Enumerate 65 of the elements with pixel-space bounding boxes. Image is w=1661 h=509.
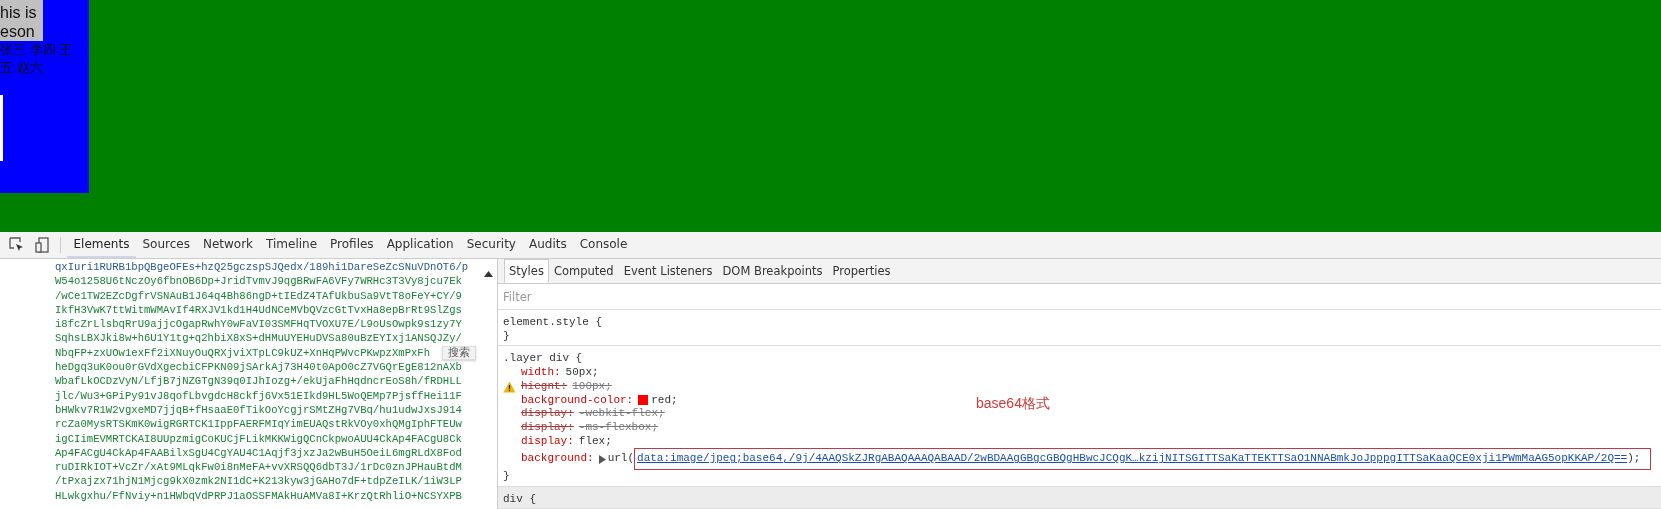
- styles-tab[interactable]: DOM Breakpoints: [717, 259, 828, 283]
- code-line: jlc/Wu3+GPiPy91vJ8qofLbvgdcH8ckfj6Vx51EIkd9HL5WoQEMp7PjsffHei11F: [55, 388, 462, 403]
- code-line: /wCe1TW2EZcDgfrVSNAuB1J64q4Bh86ngD+tIEdZ4TAfUkbuSa9VtT8oFeY+CY/9: [55, 288, 462, 303]
- search-tooltip[interactable]: 搜索: [442, 346, 476, 360]
- code-line: bHWkv7R1W2vgxeMD7jjqB+fHsaaE0fTikOoYcgjrSMtZHg7VBq/hu1udwJxsJ914: [55, 402, 462, 418]
- code-line: ruDIRkIOT+VcZr/xAt9MLqkFw0i8nMeFA+vvXRSQQ6dbT3J/1rDc0znJPHauBtdM: [55, 460, 462, 475]
- css-selector: div {: [503, 492, 537, 507]
- inspect-icon[interactable]: [9, 237, 25, 253]
- closing-brace: }: [503, 470, 511, 484]
- css-value: flex;: [578, 434, 612, 449]
- paragraph-line: his is: [0, 3, 38, 22]
- css-value: 50px;: [565, 366, 599, 380]
- devtools-tab[interactable]: Sources: [135, 232, 197, 258]
- color-swatch[interactable]: [638, 395, 649, 406]
- styles-tab[interactable]: Computed: [548, 259, 619, 283]
- code-line: W54o1258U6tNczOy6fbnOB6Dp+JridTvmvJ9qgBRwFA6VFy7WRHc3T3Vy8jcu7Ek: [55, 274, 462, 289]
- css-property: background:: [521, 452, 594, 467]
- devtools-tab[interactable]: Audits: [522, 232, 574, 258]
- code-line: igCIimEVMRTCKAI8UUpzmigCoKUCjFLikMKKWigQCnCkpwoAUU4CkAp4FACgU8Ck: [55, 431, 462, 446]
- code-line: Ap4FACgU4CkAp4FAABilxSgU4CgYAU4C1Aqjf3jxzJa2wBuH5OeiL6mgRLdX8Fod: [55, 445, 462, 461]
- code-line: qxIuri1RURB1bpQBgeOFEs+hzQ25gczspSJQedx/189hi1DareSeZcSNuVDnOT6/p: [55, 260, 469, 275]
- devtools-tab[interactable]: Security: [460, 232, 523, 258]
- devtools-tab[interactable]: Console: [573, 232, 634, 258]
- code-line: HLwkgxhu/FfNviy+n1HWbqVdPRPJ1aOSSFMAkHuAMVa8I+KrzQtRhliO+NCSYXPB: [55, 488, 462, 504]
- code-line: IkfH3VwK7ttWitmWMAvIf4RXJV1kd1H4UdNCeMVbQVzcGtTvxHa8epBrRt9SlZgs: [55, 302, 462, 318]
- css-value: url(: [607, 452, 635, 467]
- paragraph-line: eson: [0, 22, 36, 41]
- code-line: rcZa0MysRTSKmK0wigRGRTCK1IppFAERFMIqYimEUAQstRkVOy0xhQMgIphFTEUw: [55, 417, 462, 432]
- code-line: heDgq3uK0ou0rGVdXgecbiCFPKN09jSArkAj73H40t0ApO0cZ7VGQrEgE812nAXb: [55, 360, 462, 375]
- expand-icon[interactable]: [598, 454, 606, 464]
- styles-tab[interactable]: Event Listeners: [618, 259, 718, 283]
- names-line: 五 赵六: [0, 59, 44, 77]
- css-value: red;: [651, 393, 678, 408]
- css-selector: element.style {: [503, 316, 604, 330]
- css-value: -webkit-flex;: [578, 407, 665, 421]
- code-line: NbqFP+zxUOw1exFf2iXNuyOuQRXjviXTpLC9kUZ+XnHqPWvcPKwpzXmPxFh: [55, 345, 431, 361]
- code-line: i8fcZrLlsbqRrU9ajjcOgapRwhY0wFaVI03SMFHqTVOXU7E/L9oUsOwpk9s1zy7Y: [55, 317, 462, 332]
- inner-element: [0, 95, 3, 161]
- data-url-link[interactable]: data:image/jpeg;base64,/9j/4AAQSkZJRgABAQAAAQABAAD/2wBDAAgGBgcGBQgHBwcJCQgK…kzijNITSGITTSaKaTTEKTTSaO1NNABmkJoJpppgITTSaKaaQCE0xji1PWmMaAG5opKKAP/2Q==: [637, 452, 1628, 465]
- code-line: SqhsLBXJki8w+h6U1Y1tg+q2hbiX8xS+dHMuUYEHuDVSa80uBzEYIxj1ANSQJZy/: [55, 331, 462, 346]
- css-property: background-color:: [521, 393, 634, 408]
- css-value: 100px;: [572, 379, 612, 394]
- css-selector: .layer div {: [503, 352, 584, 367]
- devtools-tab[interactable]: Application: [380, 232, 461, 258]
- css-property: display:: [521, 407, 574, 421]
- warning-icon: [503, 380, 516, 393]
- css-property: hiegnt:: [521, 379, 568, 394]
- devtools-tab[interactable]: Elements: [67, 232, 136, 258]
- closing-brace: }: [503, 329, 511, 344]
- device-icon[interactable]: [35, 237, 49, 253]
- css-property: width:: [521, 366, 561, 380]
- scroll-up-icon[interactable]: [484, 271, 493, 277]
- css-value-end: );: [1627, 452, 1641, 465]
- styles-tab[interactable]: Properties: [827, 259, 896, 283]
- styles-tab[interactable]: Styles: [504, 259, 549, 283]
- names-line: 张三 李四 王: [0, 41, 74, 59]
- annotation-text: base64格式: [976, 395, 1050, 413]
- code-line: WbafLkOCDzVyN/LfjB7jNZGTgN39q0IJhIozg+/ekUjaFhHqdncrEoS8h/fRDHLL: [55, 374, 462, 389]
- code-line: /tPxajzx71hjN1Mjcg9kX0zmk2NI1dC+K213kyw3jGAHo7dF+tdpZeILK/1iW3LP: [55, 474, 462, 489]
- devtools-tab[interactable]: Network: [196, 232, 260, 258]
- devtools-tab[interactable]: Profiles: [323, 232, 381, 258]
- css-value: -ms-flexbox;: [578, 420, 659, 435]
- devtools-tab[interactable]: Timeline: [259, 232, 324, 258]
- css-property: display:: [521, 434, 574, 449]
- css-property: display:: [521, 420, 574, 435]
